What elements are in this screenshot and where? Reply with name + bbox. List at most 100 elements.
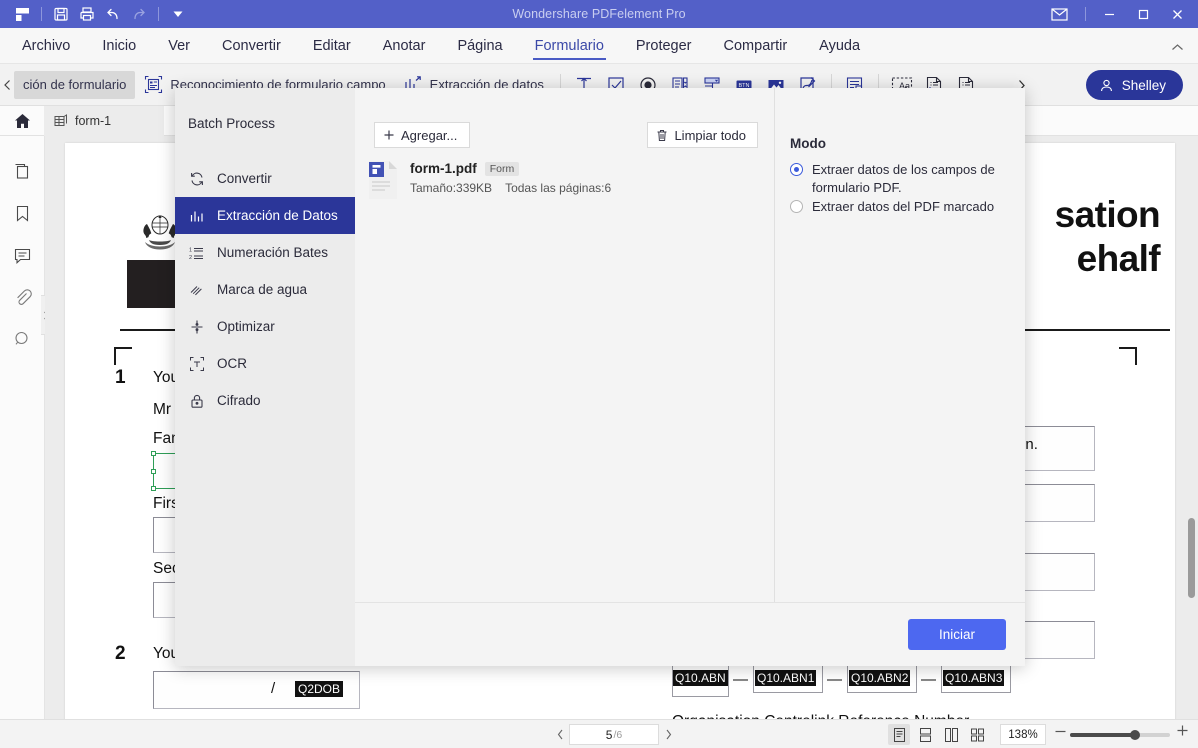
document-tab-form-1[interactable]: form-1	[44, 105, 164, 136]
customize-dropdown-icon[interactable]	[165, 3, 191, 25]
quick-access-toolbar	[0, 3, 191, 25]
menu-inicio[interactable]: Inicio	[86, 28, 152, 64]
minimize-icon[interactable]	[1092, 0, 1126, 28]
paperclip-icon[interactable]	[8, 284, 36, 310]
maximize-icon[interactable]	[1126, 0, 1160, 28]
sidebar-item-marca-de-agua[interactable]: Marca de agua	[175, 271, 355, 308]
add-file-button[interactable]: Agregar...	[374, 122, 471, 148]
home-icon[interactable]	[0, 106, 44, 136]
lock-icon	[188, 392, 205, 409]
user-avatar-icon	[1099, 78, 1114, 93]
batch-process-dialog: Batch Process Convertir Extracción de Da…	[175, 88, 1025, 666]
status-bar: 5 /6 138%	[0, 719, 1198, 748]
form-document-icon	[54, 113, 68, 128]
menu-archivo[interactable]: Archivo	[6, 28, 86, 64]
sidebar-item-convertir[interactable]: Convertir	[175, 160, 355, 197]
mode-option-tagged-pdf[interactable]: Extraer datos del PDF marcado	[790, 198, 1018, 216]
two-page-view-button[interactable]	[940, 724, 962, 745]
field-tag-q2dob: Q2DOB	[295, 681, 344, 697]
page-number-input[interactable]: 5 /6	[569, 724, 659, 745]
svg-text:2: 2	[189, 255, 192, 261]
file-details: form-1.pdf Form Tamaño:339KB Todas las p…	[410, 160, 611, 195]
single-page-view-button[interactable]	[888, 724, 910, 745]
field-tag-q10-abn: Q10.ABN	[673, 670, 728, 686]
sidebar-item-label: Optimizar	[217, 319, 275, 334]
zoom-slider-knob[interactable]	[1130, 730, 1140, 740]
page-navigator: 5 /6	[551, 724, 677, 745]
grid-view-button[interactable]	[966, 724, 988, 745]
print-icon[interactable]	[74, 3, 100, 25]
divider	[158, 7, 159, 21]
sidebar-item-cifrado[interactable]: Cifrado	[175, 382, 355, 419]
mode-option-form-fields[interactable]: Extraer datos de los campos de formulari…	[790, 161, 1018, 197]
search-icon[interactable]	[8, 326, 36, 352]
ribbon-tab-form-edit[interactable]: ción de formulario	[14, 70, 136, 99]
optimize-icon	[188, 318, 205, 335]
next-page-button[interactable]	[659, 725, 677, 745]
save-icon[interactable]	[48, 3, 74, 25]
start-button[interactable]: Iniciar	[908, 619, 1006, 650]
menu-formulario[interactable]: Formulario	[519, 28, 620, 64]
question-number-2: 2	[115, 643, 126, 664]
menu-ver[interactable]: Ver	[152, 28, 206, 64]
chevron-left-icon[interactable]	[0, 64, 14, 106]
bookmark-icon[interactable]	[8, 200, 36, 226]
resize-handle[interactable]	[151, 469, 156, 474]
resize-handle[interactable]	[151, 486, 156, 491]
radio-button[interactable]	[790, 163, 803, 176]
mode-options-pane: Modo Extraer datos de los campos de form…	[776, 88, 1025, 602]
file-list-pane: Agregar... Limpiar todo form-1.pdf Form …	[355, 88, 775, 602]
clear-all-button[interactable]: Limpiar todo	[647, 122, 758, 148]
continuous-view-button[interactable]	[914, 724, 936, 745]
comment-icon[interactable]	[8, 242, 36, 268]
zoom-slider[interactable]	[1070, 730, 1170, 740]
menu-pagina[interactable]: Página	[441, 28, 518, 64]
form-recognition-icon	[144, 75, 163, 94]
sidebar-item-numeracion-bates[interactable]: 12 Numeración Bates	[175, 234, 355, 271]
pages-icon[interactable]	[8, 158, 36, 184]
menu-compartir[interactable]: Compartir	[708, 28, 804, 64]
file-pages: Todas las páginas:6	[505, 181, 612, 195]
sidebar-item-extraccion-de-datos[interactable]: Extracción de Datos	[175, 197, 355, 234]
file-type-badge: Form	[484, 161, 520, 176]
sidebar-item-label: Cifrado	[217, 393, 261, 408]
sidebar-item-label: Numeración Bates	[217, 245, 329, 260]
mail-icon[interactable]	[1039, 0, 1079, 28]
batch-process-menu: Convertir Extracción de Datos 12 Numerac…	[175, 160, 355, 419]
menu-editar[interactable]: Editar	[297, 28, 367, 64]
resize-handle[interactable]	[151, 451, 156, 456]
batch-process-content: Agregar... Limpiar todo form-1.pdf Form …	[355, 88, 1025, 666]
menu-anotar[interactable]: Anotar	[367, 28, 442, 64]
close-icon[interactable]	[1160, 0, 1194, 28]
scrollbar-thumb[interactable]	[1188, 518, 1195, 598]
previous-page-button[interactable]	[551, 725, 569, 745]
user-account-button[interactable]: Shelley	[1085, 70, 1183, 100]
menu-proteger[interactable]: Proteger	[620, 28, 708, 64]
chevron-up-icon[interactable]	[1168, 38, 1186, 56]
sidebar-item-ocr[interactable]: OCR	[175, 345, 355, 382]
sidebar-item-optimizar[interactable]: Optimizar	[175, 308, 355, 345]
undo-icon[interactable]	[100, 3, 126, 25]
ocr-icon	[188, 355, 205, 372]
minus-icon[interactable]	[1054, 725, 1067, 738]
date-of-birth-field[interactable]: / Q2DOB	[153, 671, 360, 709]
date-separator: /	[271, 680, 276, 697]
vertical-scrollbar[interactable]	[1184, 136, 1198, 719]
zoom-level-input[interactable]: 138%	[1000, 724, 1046, 745]
form-corner-mark-top-left	[114, 347, 132, 365]
radio-button[interactable]	[790, 200, 803, 213]
file-name: form-1.pdf	[410, 161, 477, 176]
mode-option-label: Extraer datos del PDF marcado	[812, 199, 995, 214]
ribbon-tab-label: ción de formulario	[23, 77, 127, 92]
app-logo-icon	[9, 3, 35, 25]
menu-convertir[interactable]: Convertir	[206, 28, 297, 64]
divider	[41, 7, 42, 21]
title-bar: Wondershare PDFelement Pro	[0, 0, 1198, 28]
abn-separator: —	[827, 671, 842, 688]
plus-icon[interactable]	[1176, 724, 1189, 737]
file-list-item[interactable]: form-1.pdf Form Tamaño:339KB Todas las p…	[367, 160, 767, 204]
bates-numbering-icon: 12	[188, 244, 205, 261]
plus-icon	[383, 129, 395, 141]
left-panel-rail	[0, 136, 45, 719]
menu-ayuda[interactable]: Ayuda	[803, 28, 876, 64]
